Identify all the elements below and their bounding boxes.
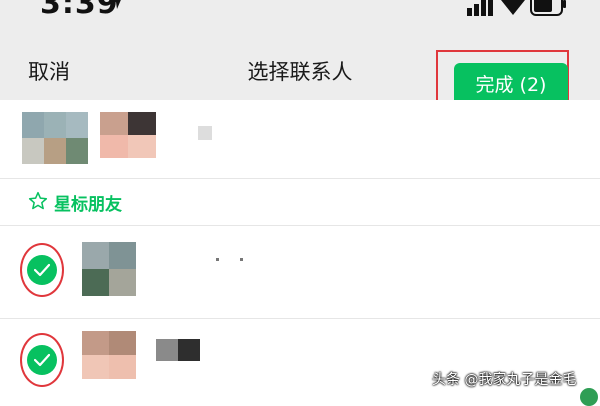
- wifi-icon: [501, 0, 525, 15]
- group-name-redacted: [198, 126, 212, 140]
- group-avatar-secondary: [100, 112, 156, 158]
- contact-name-redacted: [240, 258, 243, 261]
- status-time: 3:39: [40, 0, 119, 18]
- status-bar: 3:39: [0, 0, 600, 18]
- contact-name-redacted: [216, 258, 219, 261]
- watermark: 头条 @我家丸子是金毛: [432, 372, 577, 388]
- nav-bar: 取消 选择联系人 完成 (2): [0, 18, 600, 117]
- star-icon: [28, 191, 48, 210]
- selected-checkbox[interactable]: [27, 255, 57, 285]
- battery-icon: [530, 0, 566, 16]
- corner-badge: [580, 388, 598, 406]
- group-chat-row[interactable]: [0, 100, 600, 179]
- selected-checkbox[interactable]: [27, 345, 57, 375]
- contact-avatar: [82, 331, 136, 379]
- checkmark-icon: [34, 263, 50, 277]
- starred-section-header: 星标朋友: [0, 179, 600, 226]
- starred-section-label: 星标朋友: [54, 195, 122, 215]
- contact-avatar: [82, 242, 136, 296]
- group-avatar: [22, 112, 88, 164]
- location-arrow-icon: [109, 0, 121, 9]
- checkmark-icon: [34, 353, 50, 367]
- contact-name-redacted: [156, 339, 200, 361]
- contact-row[interactable]: [0, 226, 600, 319]
- cellular-signal-icon: [467, 0, 493, 16]
